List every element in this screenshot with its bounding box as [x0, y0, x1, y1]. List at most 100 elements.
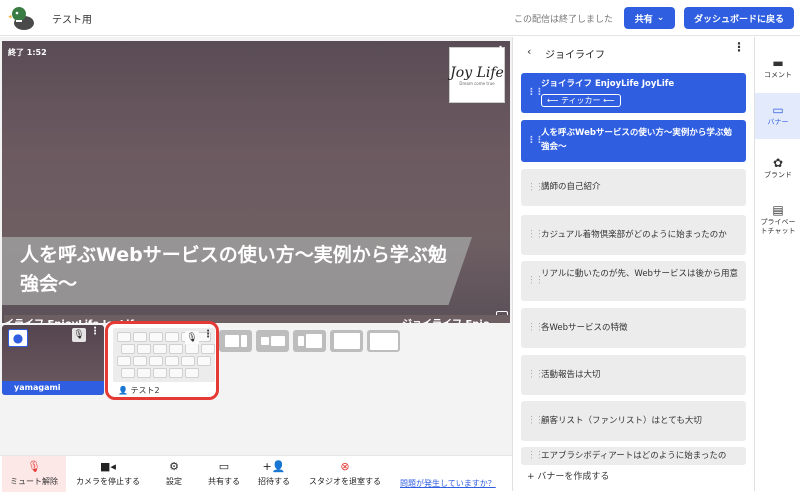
- stage-area: 終了 1:52 Joy Life Dream come true ⋮ 人を呼ぶW…: [0, 37, 512, 491]
- rail-brand-tab[interactable]: ✿ ブランド: [755, 149, 800, 189]
- participant-name-row: 👤 テスト2: [118, 385, 160, 396]
- banner-text: 各Webサービスの特徴: [541, 323, 628, 333]
- tile-more-icon[interactable]: ⋮: [203, 330, 213, 345]
- settings-button[interactable]: ⚙ 設定: [152, 456, 196, 492]
- layout-full-button[interactable]: [367, 330, 400, 352]
- stop-camera-label: カメラを停止する: [76, 477, 140, 486]
- invite-label: 招待する: [258, 477, 290, 486]
- ticker-tag: ⟵ ティッカー ⟵: [541, 94, 621, 107]
- banner-icon: ▭: [772, 102, 784, 117]
- stage-banner-text: 人を呼ぶWebサービスの使い方〜実例から学ぶ勉強会〜: [20, 244, 447, 295]
- participant-name: テスト2: [130, 386, 160, 395]
- participant-tile-yamagami[interactable]: ● 🎙 ⋮ yamagami: [2, 325, 104, 395]
- panel-title: ジョイライフ: [545, 50, 605, 61]
- unmute-button[interactable]: 🎙 ミュート解除: [2, 456, 66, 492]
- stage-ticker: イライフ EnjoyLife JoyLife ジョイライフ Enjo: [4, 315, 510, 323]
- report-issue-link[interactable]: 問題が発生していますか？: [400, 478, 496, 489]
- banner-text: 顧客リスト（ファンリスト）はとても大切: [541, 416, 702, 426]
- participant-video-keyboard: 🎙 ⋮: [113, 328, 215, 382]
- drag-handle-icon[interactable]: ⋮⋮: [527, 136, 544, 145]
- broadcast-title: テスト用: [52, 15, 92, 26]
- logo-subtext: Dream come true: [459, 80, 495, 86]
- settings-label: 設定: [166, 477, 182, 486]
- ticker-text-right: ジョイライフ Enjo: [402, 315, 490, 323]
- broadcast-timer: 終了 1:52: [8, 48, 47, 57]
- drag-handle-icon[interactable]: ⋮⋮: [527, 416, 544, 425]
- create-banner-button[interactable]: + バナーを作成する: [527, 469, 609, 482]
- panel-header: ‹ ジョイライフ ⋮: [513, 37, 755, 67]
- leave-icon: ⊗: [340, 460, 350, 473]
- tile-more-icon[interactable]: ⋮: [90, 327, 100, 342]
- chevron-down-icon: ⌄: [656, 13, 665, 23]
- screen-share-icon: ▭: [218, 460, 230, 473]
- banner-text: エアブラシボディアートはどのように始まったの: [541, 451, 727, 461]
- drag-handle-icon[interactable]: ⋮⋮: [527, 183, 544, 192]
- banner-card[interactable]: ⋮⋮ 顧客リスト（ファンリスト）はとても大切: [521, 401, 746, 441]
- banner-card[interactable]: ⋮⋮ エアブラシボディアートはどのように始まったの: [521, 447, 746, 465]
- banner-card[interactable]: ⋮⋮ 講師の自己紹介: [521, 169, 746, 206]
- banner-panel: ‹ ジョイライフ ⋮ ⋮⋮ ジョイライフ EnjoyLife JoyLife ⟵…: [512, 37, 754, 491]
- logo-text: Joy Life: [450, 64, 504, 81]
- rail-comment-tab[interactable]: ▬ コメント: [755, 49, 800, 89]
- rail-private-chat-tab[interactable]: ▤ プライベートチャット: [755, 197, 800, 245]
- mic-off-icon[interactable]: 🎙: [72, 328, 86, 342]
- mic-off-icon[interactable]: 🎙: [185, 331, 199, 345]
- layout-side-button[interactable]: [219, 330, 252, 352]
- camera-icon: ■◂: [100, 460, 116, 473]
- leave-label: スタジオを退室する: [309, 477, 381, 486]
- banner-card[interactable]: ⋮⋮ 各Webサービスの特徴: [521, 308, 746, 348]
- layout-pip-button[interactable]: [256, 330, 289, 352]
- layout-split-button[interactable]: [293, 330, 326, 352]
- chevron-left-icon[interactable]: ‹: [527, 45, 531, 58]
- share-screen-button[interactable]: ▭ 共有する: [202, 456, 246, 492]
- rail-comment-label: コメント: [764, 70, 792, 79]
- on-stage-person-icon[interactable]: ●: [8, 329, 28, 347]
- stage-more-icon[interactable]: ⋮: [495, 45, 506, 60]
- rail-banner-tab[interactable]: ▭ バナー: [755, 93, 800, 139]
- banner-text: 人を呼ぶWebサービスの使い方〜実例から学ぶ勉強会〜: [541, 128, 732, 152]
- drag-handle-icon[interactable]: ⋮⋮: [527, 451, 544, 460]
- duck-logo-icon: [8, 5, 36, 31]
- banner-card[interactable]: ⋮⋮ カジュアル着物倶楽部がどのように始まったのか: [521, 215, 746, 255]
- rail-brand-label: ブランド: [764, 170, 792, 179]
- chat-icon: ▤: [772, 203, 784, 217]
- share-label: 共有: [634, 14, 653, 25]
- drag-handle-icon[interactable]: ⋮⋮: [527, 323, 544, 332]
- share-screen-label: 共有する: [208, 477, 240, 486]
- rail-banner-label: バナー: [767, 117, 789, 126]
- banner-text: 講師の自己紹介: [541, 182, 601, 192]
- person-icon: 👤: [118, 386, 128, 395]
- banner-text: リアルに動いたのが先、Webサービスは後から用意: [541, 269, 738, 279]
- stage-video: 終了 1:52 Joy Life Dream come true ⋮ 人を呼ぶW…: [2, 41, 510, 323]
- palette-icon: ✿: [772, 155, 784, 170]
- top-bar: テスト用 この配信は終了しました 共有 ⌄ ダッシュボードに戻る: [0, 0, 800, 36]
- drag-handle-icon[interactable]: ⋮⋮: [527, 88, 544, 97]
- participant-tile-test2[interactable]: 🎙 ⋮ 👤 テスト2: [105, 321, 219, 400]
- banner-card[interactable]: ⋮⋮ 人を呼ぶWebサービスの使い方〜実例から学ぶ勉強会〜: [521, 120, 746, 162]
- layout-large-button[interactable]: [330, 330, 363, 352]
- panel-more-icon[interactable]: ⋮: [733, 41, 745, 53]
- invite-button[interactable]: +👤 招待する: [252, 456, 296, 492]
- banner-text: 活動報告は大切: [541, 370, 601, 380]
- rail-private-chat-label: プライベートチャット: [760, 218, 796, 235]
- banner-card[interactable]: ⋮⋮ 活動報告は大切: [521, 355, 746, 395]
- participant-name: yamagami: [2, 381, 104, 395]
- broadcast-ended-status: この配信は終了しました: [514, 15, 614, 25]
- banner-text: ジョイライフ EnjoyLife JoyLife: [541, 79, 675, 89]
- comment-icon: ▬: [772, 55, 784, 70]
- drag-handle-icon[interactable]: ⋮⋮: [527, 370, 544, 379]
- unmute-label: ミュート解除: [10, 477, 58, 486]
- drag-handle-icon[interactable]: ⋮⋮: [527, 230, 544, 239]
- gear-icon: ⚙: [169, 460, 179, 473]
- bottom-toolbar: 🎙 ミュート解除 ■◂ カメラを停止する ⚙ 設定 ▭ 共有する +👤 招待する…: [0, 455, 512, 492]
- stop-camera-button[interactable]: ■◂ カメラを停止する: [70, 456, 146, 492]
- leave-studio-button[interactable]: ⊗ スタジオを退室する: [302, 456, 388, 492]
- banner-card[interactable]: ⋮⋮ ジョイライフ EnjoyLife JoyLife ⟵ ティッカー ⟵: [521, 73, 746, 113]
- share-dropdown-button[interactable]: 共有 ⌄: [624, 7, 675, 29]
- mic-off-icon: 🎙: [27, 460, 41, 473]
- add-person-icon: +👤: [262, 460, 286, 473]
- banner-card[interactable]: ⋮⋮ リアルに動いたのが先、Webサービスは後から用意: [521, 261, 746, 301]
- side-rail: ▬ コメント ▭ バナー ✿ ブランド ▤ プライベートチャット: [754, 37, 800, 491]
- back-to-dashboard-button[interactable]: ダッシュボードに戻る: [684, 7, 794, 29]
- drag-handle-icon[interactable]: ⋮⋮: [527, 276, 544, 285]
